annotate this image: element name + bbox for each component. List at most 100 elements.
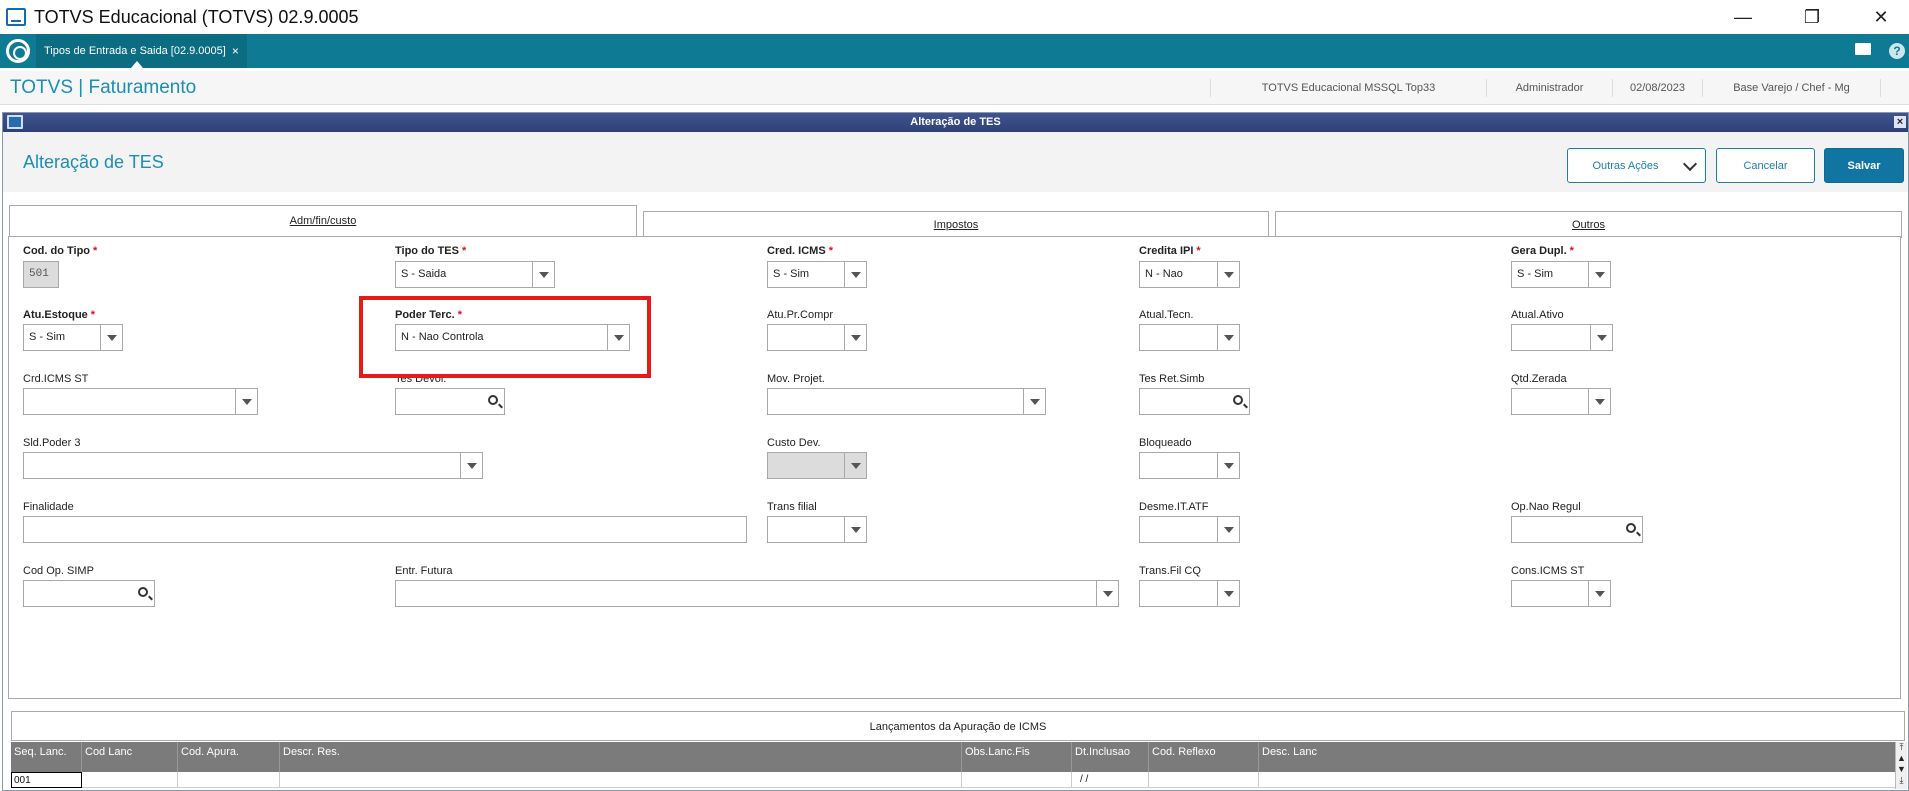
dialog-titlebar: Alteração de TES × <box>3 113 1908 132</box>
scroll-up-icon[interactable]: ▲ <box>1896 753 1907 764</box>
dropdown-arrow-icon[interactable] <box>460 453 482 478</box>
cod-op-simp-label: Cod Op. SIMP <box>23 565 94 577</box>
col-cod-apura[interactable]: Cod. Apura. <box>178 742 280 772</box>
scroll-bottom-icon[interactable]: ⤓ <box>1896 775 1907 786</box>
dropdown-arrow-icon[interactable] <box>844 262 866 287</box>
chevron-down-icon <box>1682 156 1698 172</box>
cell-descr-res[interactable] <box>280 772 962 788</box>
finalidade-input[interactable] <box>23 516 747 543</box>
dropdown-arrow-icon[interactable] <box>1588 262 1610 287</box>
dropdown-arrow-icon[interactable] <box>1217 325 1239 350</box>
crd-icms-st-label: Crd.ICMS ST <box>23 373 89 385</box>
minimize-icon[interactable]: — <box>1715 0 1771 34</box>
dropdown-arrow-icon[interactable] <box>1217 581 1239 606</box>
tes-ret-simb-input[interactable] <box>1139 388 1250 415</box>
cell-cod-apura[interactable] <box>178 772 280 788</box>
col-obs-lanc-fis[interactable]: Obs.Lanc.Fis <box>962 742 1072 772</box>
cell-dt-inclusao[interactable]: / / <box>1072 772 1149 788</box>
bloqueado-select[interactable] <box>1139 452 1240 479</box>
dropdown-arrow-icon[interactable] <box>844 325 866 350</box>
col-cod-lanc[interactable]: Cod Lanc <box>82 742 178 772</box>
entr-futura-select[interactable] <box>395 580 1119 607</box>
cod-op-simp-input[interactable] <box>23 580 155 607</box>
search-icon[interactable] <box>1626 523 1636 533</box>
sld-poder3-label: Sld.Poder 3 <box>23 437 81 449</box>
trans-fil-cq-label: Trans.Fil CQ <box>1139 565 1201 577</box>
tab-close-icon[interactable]: × <box>232 44 239 58</box>
scroll-top-icon[interactable]: ⤒ <box>1896 742 1907 753</box>
search-icon[interactable] <box>1233 395 1243 405</box>
dropdown-arrow-icon[interactable] <box>1217 262 1239 287</box>
save-button[interactable]: Salvar <box>1824 148 1904 183</box>
cell-desc-lanc[interactable] <box>1259 772 1895 788</box>
atual-tecn-select[interactable] <box>1139 324 1240 351</box>
search-icon[interactable] <box>138 587 148 597</box>
qtd-zerada-select[interactable] <box>1511 388 1611 415</box>
custo-dev-select <box>767 452 867 479</box>
window-titlebar: TOTVS Educacional (TOTVS) 02.9.0005 — ❐ … <box>0 0 1909 34</box>
dropdown-arrow-icon[interactable] <box>1588 581 1610 606</box>
tab-outros[interactable]: Outros <box>1275 211 1902 238</box>
atu-estoque-select[interactable]: S - Sim <box>23 324 123 351</box>
dropdown-arrow-icon[interactable] <box>1217 517 1239 542</box>
cell-seq-lanc[interactable]: 001 <box>11 772 82 788</box>
atual-ativo-select[interactable] <box>1511 324 1613 351</box>
dropdown-arrow-icon[interactable] <box>1217 453 1239 478</box>
trans-fil-cq-select[interactable] <box>1139 580 1240 607</box>
credita-ipi-value: N - Nao <box>1145 268 1183 280</box>
dropdown-arrow-icon[interactable] <box>1023 389 1045 414</box>
help-icon[interactable]: ? <box>1889 43 1905 59</box>
tab-adm-fin-custo[interactable]: Adm/fin/custo <box>9 205 637 236</box>
trans-filial-select[interactable] <box>767 516 867 543</box>
desme-it-atf-select[interactable] <box>1139 516 1240 543</box>
cell-obs-lanc-fis[interactable] <box>962 772 1072 788</box>
gera-dupl-select[interactable]: S - Sim <box>1511 261 1611 288</box>
cell-cod-lanc[interactable] <box>82 772 178 788</box>
cell-cod-reflexo[interactable] <box>1149 772 1259 788</box>
dropdown-arrow-icon[interactable] <box>1096 581 1118 606</box>
tipo-tes-select[interactable]: S - Saida <box>395 261 555 288</box>
close-window-icon[interactable]: ✕ <box>1853 0 1909 34</box>
col-descr-res[interactable]: Descr. Res. <box>280 742 962 772</box>
dialog-window-title: Alteração de TES <box>910 116 1001 128</box>
cons-icms-st-select[interactable] <box>1511 580 1611 607</box>
atu-pr-compr-select[interactable] <box>767 324 867 351</box>
dropdown-arrow-icon[interactable] <box>532 262 554 287</box>
op-nao-regul-input[interactable] <box>1511 516 1643 543</box>
dropdown-arrow-icon[interactable] <box>235 389 257 414</box>
highlight-box <box>359 296 651 378</box>
atual-tecn-label: Atual.Tecn. <box>1139 309 1194 321</box>
tab-adm-fin-custo-label: Adm/fin/custo <box>289 215 357 227</box>
search-icon[interactable] <box>488 395 498 405</box>
grid-scrollbar[interactable]: ⤒ ▲ ▼ ⤓ <box>1895 742 1907 789</box>
credita-ipi-select[interactable]: N - Nao <box>1139 261 1240 288</box>
col-dt-inclusao[interactable]: Dt.Inclusao <box>1072 742 1149 772</box>
scroll-down-icon[interactable]: ▼ <box>1896 764 1907 775</box>
col-cod-reflexo[interactable]: Cod. Reflexo <box>1149 742 1259 772</box>
tes-ret-simb-label: Tes Ret.Simb <box>1139 373 1205 385</box>
dropdown-arrow-icon[interactable] <box>1590 325 1612 350</box>
dialog-close-icon[interactable]: × <box>1894 116 1906 128</box>
dropdown-arrow-icon[interactable] <box>1588 389 1610 414</box>
table-row[interactable]: 001 / / <box>11 772 1895 788</box>
tes-devol-input[interactable] <box>395 388 505 415</box>
totvs-logo-icon[interactable] <box>6 39 30 63</box>
gera-dupl-label: Gera Dupl. * <box>1511 245 1574 257</box>
restore-icon[interactable]: ❐ <box>1784 0 1840 34</box>
outras-acoes-button[interactable]: Outras Ações <box>1567 148 1706 183</box>
header-divider <box>1880 79 1906 97</box>
cons-icms-st-label: Cons.ICMS ST <box>1511 565 1585 577</box>
tab-impostos[interactable]: Impostos <box>643 211 1269 238</box>
col-desc-lanc[interactable]: Desc. Lanc <box>1259 742 1895 772</box>
sld-poder3-select[interactable] <box>23 452 483 479</box>
cred-icms-label: Cred. ICMS * <box>767 245 833 257</box>
dropdown-arrow-icon[interactable] <box>100 325 122 350</box>
col-seq-lanc[interactable]: Seq. Lanc. <box>11 742 82 772</box>
mov-projet-select[interactable] <box>767 388 1046 415</box>
crd-icms-st-select[interactable] <box>23 388 258 415</box>
dropdown-arrow-icon[interactable] <box>844 517 866 542</box>
mail-icon[interactable] <box>1855 43 1871 55</box>
cancel-button[interactable]: Cancelar <box>1716 148 1815 183</box>
gera-dupl-value: S - Sim <box>1517 268 1554 280</box>
cred-icms-select[interactable]: S - Sim <box>767 261 867 288</box>
